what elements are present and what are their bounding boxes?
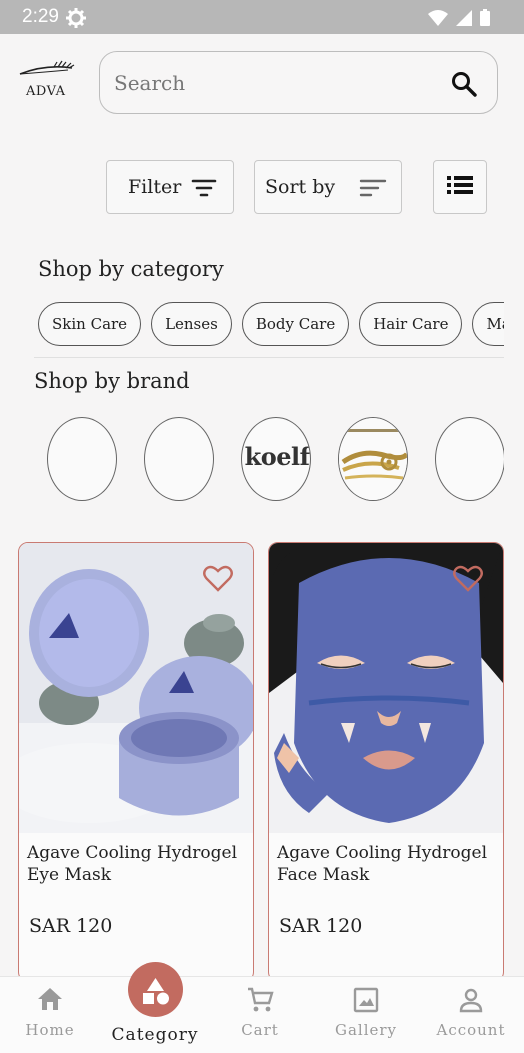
filter-icon bbox=[191, 178, 217, 203]
cart-icon bbox=[246, 986, 274, 1018]
signal-icon bbox=[456, 9, 472, 30]
favorite-heart-icon[interactable] bbox=[203, 565, 233, 596]
product-name[interactable]: Agave Cooling Hydrogel Eye Mask bbox=[27, 842, 247, 886]
category-chip-body-care[interactable]: Body Care bbox=[241, 302, 350, 346]
eyelash-logo-icon bbox=[18, 60, 76, 84]
brand-list: koelf bbox=[47, 417, 504, 503]
gallery-icon bbox=[352, 986, 380, 1018]
nav-label-cart: Cart bbox=[241, 1021, 279, 1039]
logo-text: ADVA bbox=[26, 84, 66, 99]
nav-item-gallery[interactable]: Gallery bbox=[314, 977, 418, 1053]
section-divider bbox=[34, 357, 504, 358]
category-chip-list: Skin Care Lenses Body Care Hair Care Mak… bbox=[38, 302, 504, 348]
nav-label-gallery: Gallery bbox=[334, 1021, 398, 1039]
category-section-title: Shop by category bbox=[38, 257, 224, 281]
home-icon bbox=[36, 986, 64, 1016]
search-icon[interactable] bbox=[451, 71, 477, 101]
brand-section-title: Shop by brand bbox=[34, 369, 190, 393]
product-price: SAR 120 bbox=[29, 915, 113, 937]
nav-label-category: Category bbox=[111, 1025, 199, 1045]
brand-item[interactable] bbox=[144, 417, 214, 501]
battery-icon bbox=[480, 9, 490, 30]
product-card[interactable]: Agave Cooling Hydrogel Eye Mask SAR 120 bbox=[18, 542, 254, 982]
category-chip-skin-care[interactable]: Skin Care bbox=[38, 302, 142, 346]
brand-name: koelf bbox=[244, 442, 310, 471]
category-chip-makeup[interactable]: Makeup bbox=[472, 302, 504, 346]
search-bar[interactable] bbox=[99, 51, 498, 114]
brand-item-koelf[interactable]: koelf bbox=[241, 417, 311, 501]
filter-button[interactable]: Filter bbox=[106, 160, 234, 214]
search-input[interactable] bbox=[114, 66, 434, 100]
product-card[interactable]: Agave Cooling Hydrogel Face Mask SAR 120 bbox=[268, 542, 504, 982]
wifi-icon bbox=[428, 9, 448, 30]
category-chip-hair-care[interactable]: Hair Care bbox=[359, 302, 463, 346]
nav-item-account[interactable]: Account bbox=[419, 977, 523, 1053]
favorite-heart-icon[interactable] bbox=[453, 565, 483, 596]
sort-label: Sort by bbox=[265, 176, 336, 198]
account-icon bbox=[457, 986, 485, 1018]
status-time: 2:29 bbox=[22, 6, 59, 27]
list-view-icon bbox=[447, 175, 473, 200]
list-view-button[interactable] bbox=[433, 160, 487, 214]
settings-icon bbox=[66, 8, 86, 32]
brand-item[interactable] bbox=[435, 417, 504, 501]
sort-button[interactable]: Sort by bbox=[254, 160, 402, 214]
bottom-navigation: Home Category Cart Gallery Account bbox=[0, 976, 524, 1053]
category-nav-active-indicator[interactable] bbox=[128, 962, 183, 1017]
category-icon bbox=[128, 978, 183, 1021]
nav-item-cart[interactable]: Cart bbox=[208, 977, 312, 1053]
status-bar: 2:29 bbox=[0, 0, 524, 34]
nav-item-home[interactable]: Home bbox=[0, 977, 102, 1053]
brand-logo-icon bbox=[339, 418, 407, 500]
app-logo[interactable]: ADVA bbox=[16, 60, 76, 102]
nav-label-account: Account bbox=[436, 1021, 506, 1039]
product-name[interactable]: Agave Cooling Hydrogel Face Mask bbox=[277, 842, 497, 886]
filter-label: Filter bbox=[128, 176, 182, 198]
sort-icon bbox=[359, 178, 387, 203]
category-chip-lenses[interactable]: Lenses bbox=[151, 302, 232, 346]
brand-item[interactable] bbox=[338, 417, 408, 501]
nav-label-home: Home bbox=[25, 1021, 75, 1039]
brand-item[interactable] bbox=[47, 417, 117, 501]
product-price: SAR 120 bbox=[279, 915, 363, 937]
